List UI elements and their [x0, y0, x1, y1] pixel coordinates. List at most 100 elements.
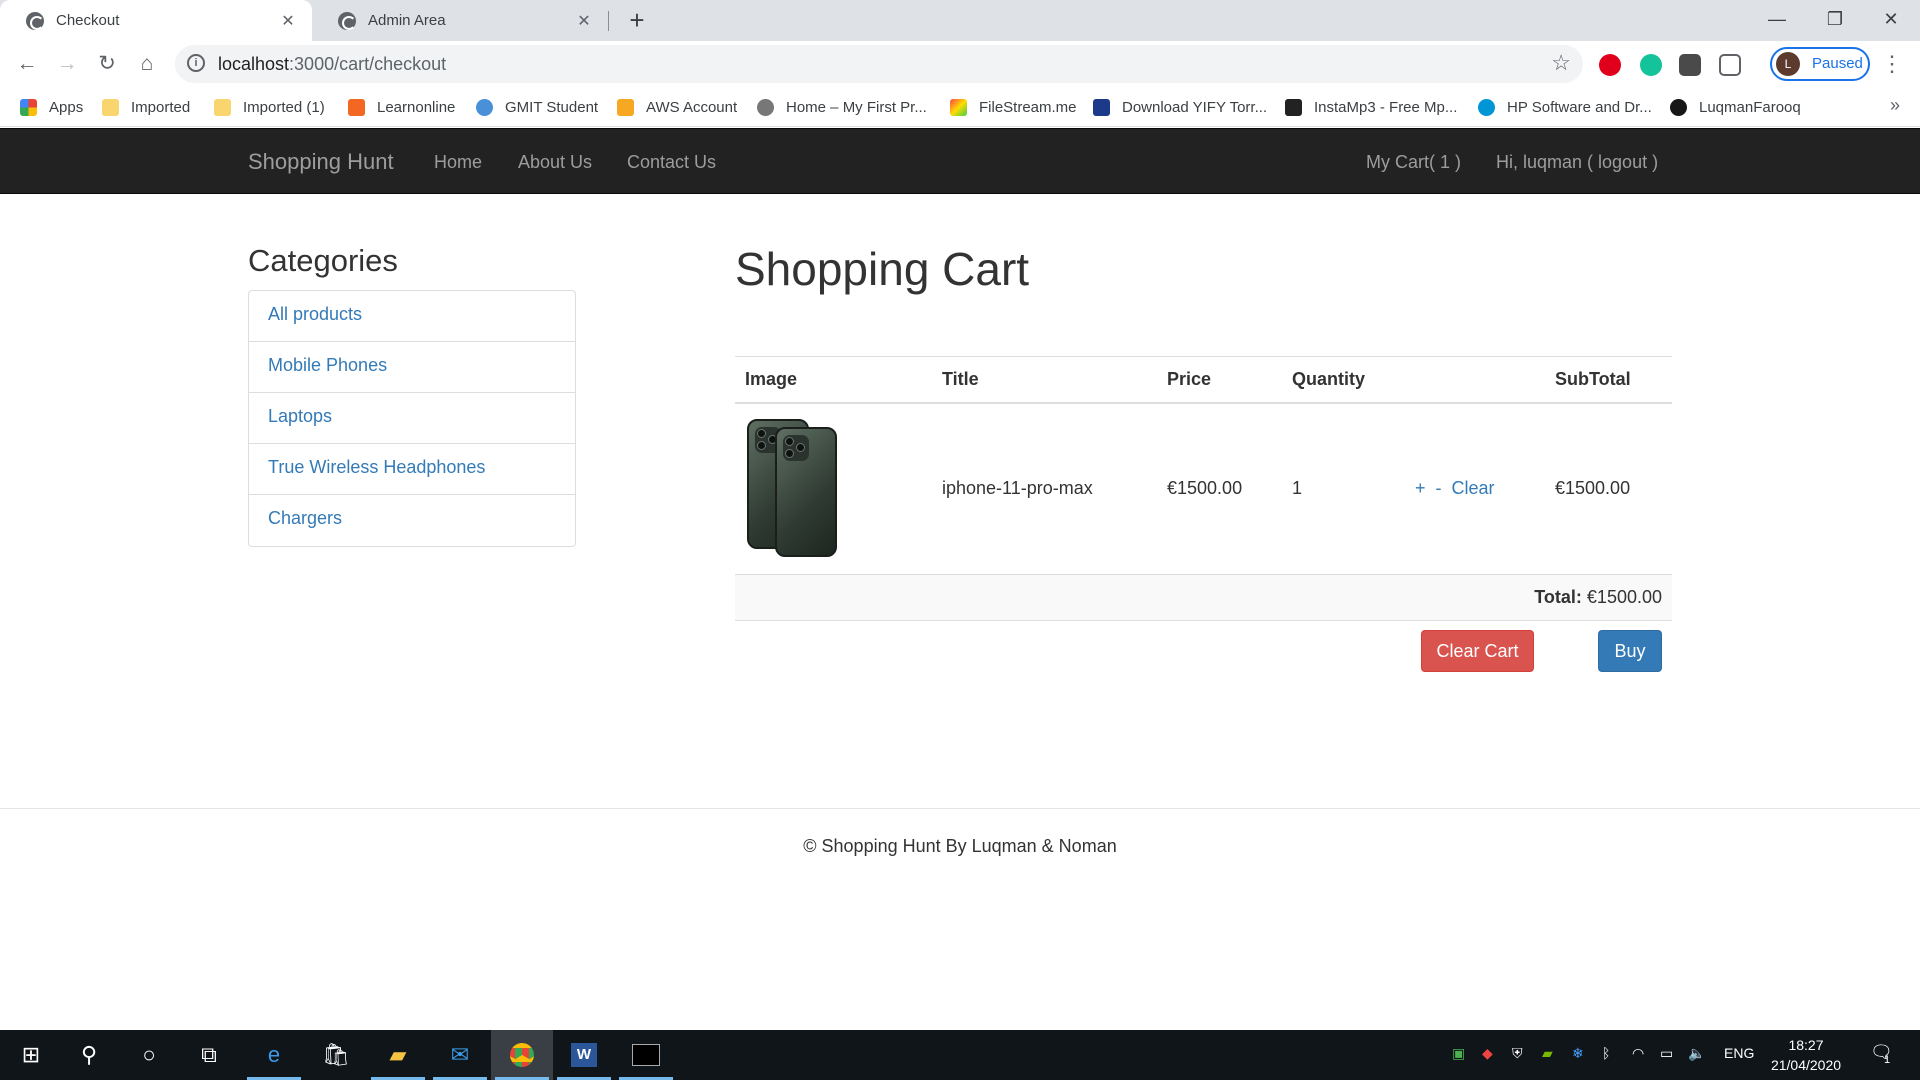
reload-icon[interactable]: ↻ [90, 47, 124, 81]
avatar: L [1776, 52, 1800, 76]
quantity-actions: + - Clear [1405, 402, 1545, 575]
word-icon[interactable]: W [553, 1030, 615, 1080]
edge-icon[interactable]: e [243, 1030, 305, 1080]
store-icon[interactable]: 🛍 [305, 1030, 367, 1080]
nav-home[interactable]: Home [434, 152, 482, 173]
windows-start-icon[interactable]: ⊞ [0, 1030, 62, 1080]
terminal-icon[interactable] [615, 1030, 677, 1080]
brand-link[interactable]: Shopping Hunt [248, 149, 394, 175]
tray-shield-icon[interactable]: ⛨ [1512, 1045, 1523, 1062]
tray-nvidia-icon[interactable]: ▰ [1542, 1045, 1553, 1062]
grammarly-extension-icon[interactable] [1640, 54, 1662, 76]
menu-kebab-icon[interactable]: ⋮ [1880, 49, 1904, 79]
windows-taskbar: ⊞ ⚲ ○ ⧉ e 🛍 ▰ ✉ W ▣ ◆ ⛨ ▰ ❄ ᛒ ◠ ▭ 🔈 ENG … [0, 1030, 1920, 1080]
globe-icon [26, 11, 44, 30]
file-explorer-icon[interactable]: ▰ [367, 1030, 429, 1080]
header-actions [1405, 356, 1545, 404]
search-icon[interactable]: ⚲ [58, 1030, 120, 1080]
bookmark-imported-1[interactable]: Imported (1) [214, 95, 325, 119]
cortana-icon[interactable]: ○ [118, 1030, 180, 1080]
decrease-quantity-link[interactable]: - [1436, 478, 1442, 498]
category-laptops[interactable]: Laptops [249, 393, 575, 444]
categories-list: All products Mobile Phones Laptops True … [248, 290, 576, 547]
bookmark-filestream[interactable]: FileStream.me [950, 95, 1077, 119]
close-icon[interactable]: ✕ [574, 11, 594, 31]
clock-time: 18:27 [1788, 1037, 1824, 1053]
close-icon[interactable]: ✕ [278, 11, 298, 31]
bookmark-download-yify[interactable]: Download YIFY Torr... [1093, 95, 1267, 119]
categories-title: Categories [248, 243, 398, 278]
tab-checkout[interactable]: Checkout ✕ [0, 0, 312, 41]
clear-item-link[interactable]: Clear [1452, 478, 1495, 498]
footer-text: © Shopping Hunt By Luqman & Noman [803, 836, 1117, 856]
tray-app-icon[interactable]: ◆ [1482, 1045, 1493, 1062]
bookmark-gmit-student[interactable]: GMIT Student [476, 95, 598, 119]
chrome-icon[interactable] [491, 1030, 553, 1080]
bookmark-imported[interactable]: Imported [102, 95, 190, 119]
category-chargers[interactable]: Chargers [249, 495, 575, 546]
cart-table: Image Title Price Quantity SubTotal ipho… [735, 356, 1672, 621]
battery-icon[interactable]: ▭ [1660, 1045, 1673, 1062]
nav-user-logout[interactable]: Hi, luqman ( logout ) [1496, 152, 1658, 173]
address-bar[interactable]: i localhost:3000/cart/checkout ☆ [175, 45, 1583, 83]
bookmarks-overflow-icon[interactable]: » [1890, 95, 1900, 116]
bookmark-aws-account[interactable]: AWS Account [617, 95, 737, 119]
category-true-wireless-headphones[interactable]: True Wireless Headphones [249, 444, 575, 495]
table-header-row: Image Title Price Quantity SubTotal [735, 356, 1672, 404]
home-icon[interactable]: ⌂ [130, 47, 164, 81]
mail-icon[interactable]: ✉ [429, 1030, 491, 1080]
forward-icon[interactable]: → [50, 47, 84, 81]
buy-button[interactable]: Buy [1598, 630, 1662, 672]
tab-separator [608, 11, 609, 31]
nav-contact-us[interactable]: Contact Us [627, 152, 716, 173]
wordpress-icon [757, 98, 774, 116]
minimize-button[interactable]: — [1748, 0, 1806, 41]
volume-icon[interactable]: 🔈 [1688, 1045, 1705, 1062]
task-view-icon[interactable]: ⧉ [178, 1030, 240, 1080]
tray-snowflake-icon[interactable]: ❄ [1572, 1045, 1584, 1062]
product-image [745, 418, 840, 559]
restore-button[interactable]: ❐ [1806, 0, 1864, 41]
total-row: Total: €1500.00 [735, 574, 1672, 621]
profile-button[interactable]: L Paused [1770, 47, 1870, 81]
category-mobile-phones[interactable]: Mobile Phones [249, 342, 575, 393]
tray-network-icon[interactable]: ▣ [1452, 1045, 1465, 1062]
bookmark-learnonline[interactable]: Learnonline [348, 95, 455, 119]
bookmark-instamp3[interactable]: InstaMp3 - Free Mp... [1285, 95, 1457, 119]
category-all-products[interactable]: All products [249, 291, 575, 342]
language-indicator[interactable]: ENG [1724, 1045, 1754, 1061]
bookmarks-bar: Apps Imported Imported (1) Learnonline G… [0, 87, 1920, 127]
back-icon[interactable]: ← [10, 47, 44, 81]
instamp3-icon [1285, 98, 1302, 116]
nav-about-us[interactable]: About Us [518, 152, 592, 173]
tab-admin-area[interactable]: Admin Area ✕ [312, 0, 608, 41]
tab-title: Admin Area [368, 12, 446, 29]
browser-tab-strip: Checkout ✕ Admin Area ✕ + — ❐ ✕ [0, 0, 1920, 41]
opera-extension-icon[interactable] [1599, 54, 1621, 76]
bookmark-apps[interactable]: Apps [20, 95, 83, 119]
github-icon [1670, 98, 1687, 116]
hp-logo-icon [1478, 98, 1495, 116]
clear-cart-button[interactable]: Clear Cart [1421, 630, 1534, 672]
nav-my-cart[interactable]: My Cart( 1 ) [1366, 152, 1461, 173]
product-quantity: 1 [1282, 402, 1405, 575]
selenium-extension-icon[interactable] [1679, 54, 1701, 76]
clock[interactable]: 18:27 21/04/2020 [1766, 1035, 1846, 1075]
document-extension-icon[interactable] [1719, 54, 1741, 76]
window-close-button[interactable]: ✕ [1862, 0, 1920, 41]
header-title: Title [932, 356, 1157, 404]
wifi-icon[interactable]: ◠ [1632, 1045, 1644, 1062]
clock-date: 21/04/2020 [1770, 1057, 1842, 1073]
bookmark-luqmanfarooq[interactable]: LuqmanFarooq [1670, 95, 1801, 119]
tray-bluetooth-icon[interactable]: ᛒ [1602, 1045, 1610, 1061]
tab-title: Checkout [56, 12, 120, 29]
new-tab-button[interactable]: + [622, 5, 652, 35]
globe-icon [338, 11, 356, 30]
bookmark-hp-software[interactable]: HP Software and Dr... [1478, 95, 1652, 119]
bookmark-home-my-first[interactable]: Home – My First Pr... [757, 95, 927, 119]
bookmark-star-icon[interactable]: ☆ [1551, 50, 1571, 76]
header-quantity: Quantity [1282, 356, 1405, 404]
info-icon[interactable]: i [187, 54, 205, 72]
increase-quantity-link[interactable]: + [1415, 478, 1426, 498]
filestream-icon [950, 98, 967, 116]
